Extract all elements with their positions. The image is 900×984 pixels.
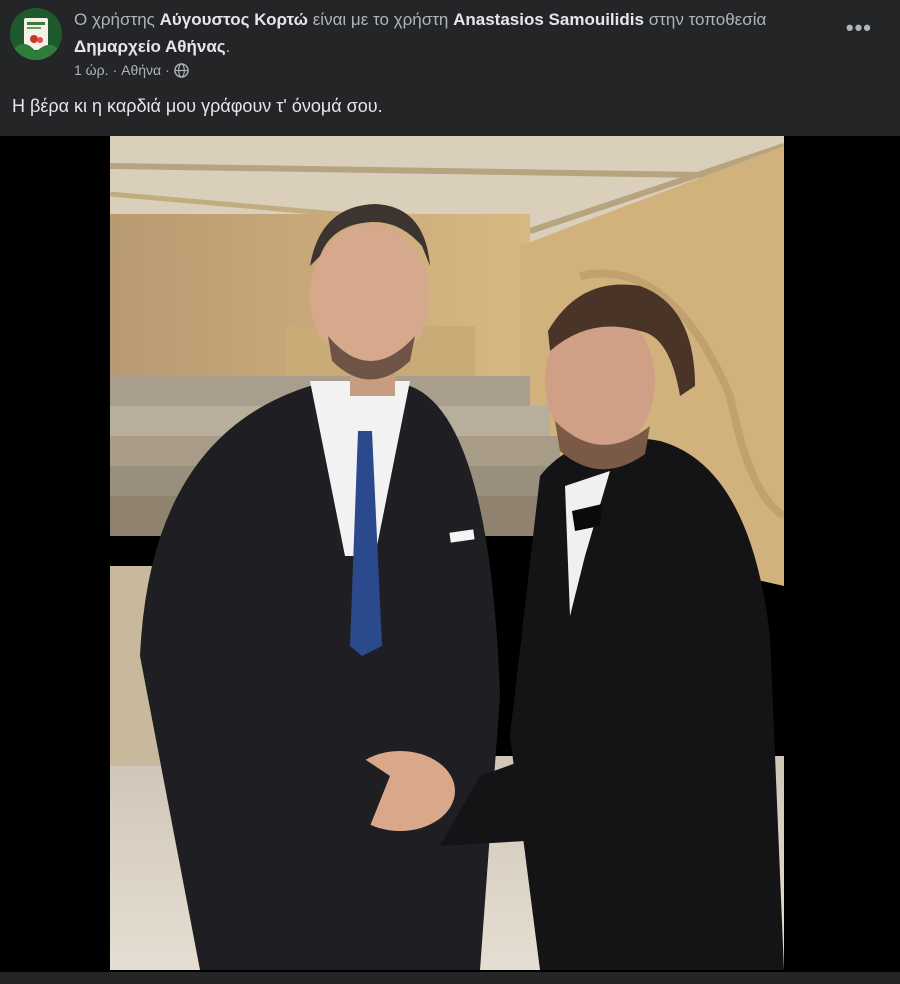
post-place[interactable]: Αθήνα: [121, 62, 161, 78]
post-caption: Η βέρα κι η καρδιά μου γράφουν τ' όνομά …: [12, 96, 383, 116]
post-photo[interactable]: [110, 136, 784, 970]
post-photo-illustration: [110, 136, 784, 970]
more-options-icon[interactable]: •••: [846, 17, 872, 39]
post-header: Ο χρήστης Αύγουστος Κορτώ είναι με το χρ…: [0, 0, 900, 92]
location-link[interactable]: Δημαρχείο Αθήνας: [74, 37, 226, 56]
header-period: .: [225, 37, 231, 56]
header-location-text: στην τοποθεσία: [648, 10, 767, 29]
post-meta: 1 ώρ. · Αθήνα ·: [74, 62, 189, 78]
post-footer: [0, 972, 900, 984]
meta-separator: ·: [112, 62, 118, 78]
avatar-image: [10, 8, 62, 60]
photo-container: [0, 136, 900, 972]
post-header-text: Ο χρήστης Αύγουστος Κορτώ είναι με το χρ…: [74, 6, 834, 60]
meta-separator: ·: [165, 62, 170, 78]
tagged-user-link[interactable]: Anastasios Samouilidis: [453, 10, 644, 29]
author-name-link[interactable]: Αύγουστος Κορτώ: [160, 10, 308, 29]
header-prefix: Ο χρήστης: [74, 10, 155, 29]
globe-icon[interactable]: [174, 62, 189, 78]
post-timestamp[interactable]: 1 ώρ.: [74, 62, 108, 78]
header-with-text: είναι με το χρήστη: [312, 10, 449, 29]
profile-avatar[interactable]: [10, 8, 62, 60]
